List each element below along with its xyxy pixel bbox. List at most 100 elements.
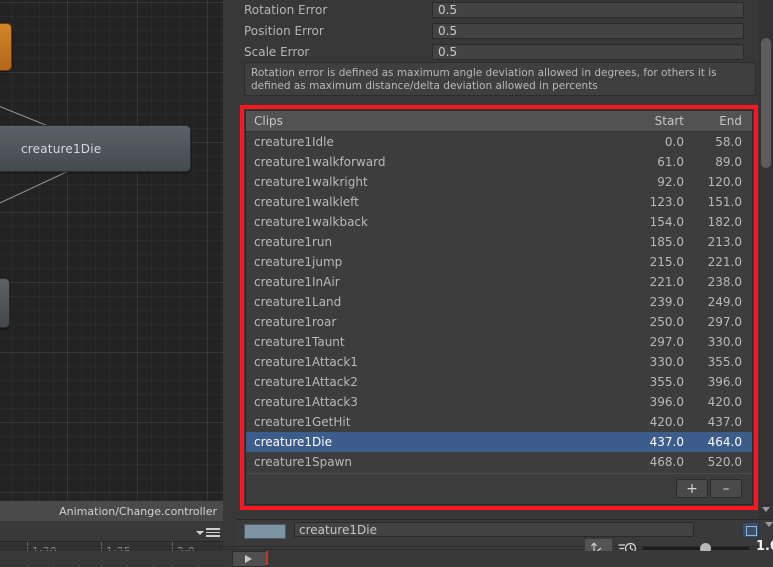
playback-strip [0, 551, 773, 567]
table-row[interactable]: creature1roar 250.0 297.0 [246, 312, 752, 332]
help-text-box: Rotation error is defined as maximum ang… [244, 62, 756, 96]
chevron-down-icon[interactable] [765, 522, 773, 527]
clip-name: creature1Attack1 [254, 355, 358, 369]
clip-end: 297.0 [707, 315, 742, 329]
scrollbar-thumb[interactable] [761, 38, 771, 168]
scale-error-input[interactable]: 0.5 [432, 43, 744, 60]
column-header-start: Start [654, 114, 684, 128]
table-row[interactable]: creature1Taunt 297.0 330.0 [246, 332, 752, 352]
clip-end: 182.0 [707, 215, 742, 229]
clip-end: 249.0 [707, 295, 742, 309]
field-row[interactable]: Position Error 0.5 [236, 21, 744, 40]
animator-state-label: creature1Die [21, 141, 102, 156]
clips-list[interactable]: Clips Start End creature1Idle 0.0 58.0 crea… [245, 110, 753, 505]
table-row[interactable]: creature1GetHit 420.0 437.0 [246, 412, 752, 432]
clip-start: 297.0 [649, 335, 684, 349]
clip-end: 238.0 [707, 275, 742, 289]
field-label: Rotation Error [244, 2, 328, 17]
table-row[interactable]: creature1Attack2 355.0 396.0 [246, 372, 752, 392]
clip-name: creature1InAir [254, 275, 340, 289]
clip-end: 58.0 [715, 135, 742, 149]
scroll-down-arrow-icon[interactable] [762, 507, 770, 512]
clip-start: 215.0 [649, 255, 684, 269]
clips-list-header: Clips Start End [246, 111, 752, 132]
clip-start: 420.0 [649, 415, 684, 429]
chevron-down-icon [196, 530, 204, 535]
animator-state-entry[interactable] [0, 23, 12, 71]
table-row[interactable]: creature1jump 215.0 221.0 [246, 252, 752, 272]
clip-end: 89.0 [715, 155, 742, 169]
table-row[interactable]: creature1Spawn 468.0 520.0 [246, 452, 752, 472]
clip-name: creature1walkback [254, 215, 368, 229]
clip-name: creature1roar [254, 315, 337, 329]
controller-path-label: Animation/Change.controller [0, 500, 223, 521]
clip-start: 468.0 [649, 455, 684, 469]
play-icon [245, 555, 252, 563]
hamburger-icon [206, 528, 220, 537]
clip-end: 213.0 [707, 235, 742, 249]
clip-name: creature1Attack2 [254, 375, 358, 389]
animator-state-other[interactable] [0, 278, 10, 328]
clip-end: 330.0 [707, 335, 742, 349]
clip-name: creature1walkleft [254, 195, 359, 209]
position-error-input[interactable]: 0.5 [432, 22, 744, 39]
table-row[interactable]: creature1Attack1 330.0 355.0 [246, 352, 752, 372]
clip-start: 239.0 [649, 295, 684, 309]
field-row[interactable]: Scale Error 0.5 [236, 42, 744, 61]
column-header-end: End [719, 114, 742, 128]
animator-state-creature1die[interactable]: creature1Die [0, 125, 191, 172]
clip-name: creature1Taunt [254, 335, 345, 349]
clip-start: 396.0 [649, 395, 684, 409]
field-label: Position Error [244, 23, 324, 38]
timeline-options-menu-icon[interactable] [196, 527, 220, 538]
clip-end: 420.0 [707, 395, 742, 409]
table-row[interactable]: creature1walkright 92.0 120.0 [246, 172, 752, 192]
table-row[interactable]: creature1walkforward 61.0 89.0 [246, 152, 752, 172]
camera-icon[interactable] [742, 522, 759, 538]
clip-end: 120.0 [707, 175, 742, 189]
table-row[interactable]: creature1walkback 154.0 182.0 [246, 212, 752, 232]
playhead-marker [266, 551, 268, 565]
table-row[interactable]: creature1InAir 221.0 238.0 [246, 272, 752, 292]
clip-start: 221.0 [649, 275, 684, 289]
clip-end: 396.0 [707, 375, 742, 389]
clip-start: 154.0 [649, 215, 684, 229]
remove-clip-button[interactable]: – [710, 479, 742, 498]
clip-name: creature1Die [254, 435, 332, 449]
clips-list-footer: + – [246, 473, 752, 504]
clip-start: 92.0 [657, 175, 684, 189]
inspector-panel: Rotation Error 0.5 Position Error 0.5 Sc… [236, 0, 773, 565]
clip-name: creature1jump [254, 255, 343, 269]
clip-name: creature1walkright [254, 175, 368, 189]
table-row[interactable]: creature1run 185.0 213.0 [246, 232, 752, 252]
clip-start: 0.0 [664, 135, 684, 149]
clip-start: 185.0 [649, 235, 684, 249]
panel-divider [223, 0, 236, 565]
column-header-clips: Clips [254, 114, 283, 128]
animator-graph-view[interactable]: creature1Die Animation/Change.controller [0, 0, 223, 521]
clip-end: 221.0 [707, 255, 742, 269]
clip-name: creature1Attack3 [254, 395, 358, 409]
clip-name: creature1run [254, 235, 333, 249]
table-row[interactable]: creature1Die 437.0 464.0 [246, 432, 752, 452]
clip-name: creature1Idle [254, 135, 334, 149]
clip-name: creature1GetHit [254, 415, 351, 429]
inspector-scrollbar[interactable] [759, 0, 773, 521]
table-row[interactable]: creature1Land 239.0 249.0 [246, 292, 752, 312]
rotation-error-input[interactable]: 0.5 [432, 1, 744, 18]
clip-start: 330.0 [649, 355, 684, 369]
table-row[interactable]: creature1Idle 0.0 58.0 [246, 132, 752, 152]
add-clip-button[interactable]: + [676, 479, 708, 498]
table-row[interactable]: creature1walkleft 123.0 151.0 [246, 192, 752, 212]
field-row[interactable]: Rotation Error 0.5 [236, 0, 744, 19]
selected-clip-field[interactable]: creature1Die [294, 522, 694, 537]
clip-thumbnail [244, 524, 286, 539]
table-row[interactable]: creature1Attack3 396.0 420.0 [246, 392, 752, 412]
preview-speed-slider[interactable] [642, 543, 750, 554]
editor-window: creature1Die Animation/Change.controller… [0, 0, 773, 567]
clip-start: 250.0 [649, 315, 684, 329]
clip-end: 464.0 [707, 435, 742, 449]
clip-start: 355.0 [649, 375, 684, 389]
clip-end: 151.0 [707, 195, 742, 209]
clip-name: creature1walkforward [254, 155, 386, 169]
